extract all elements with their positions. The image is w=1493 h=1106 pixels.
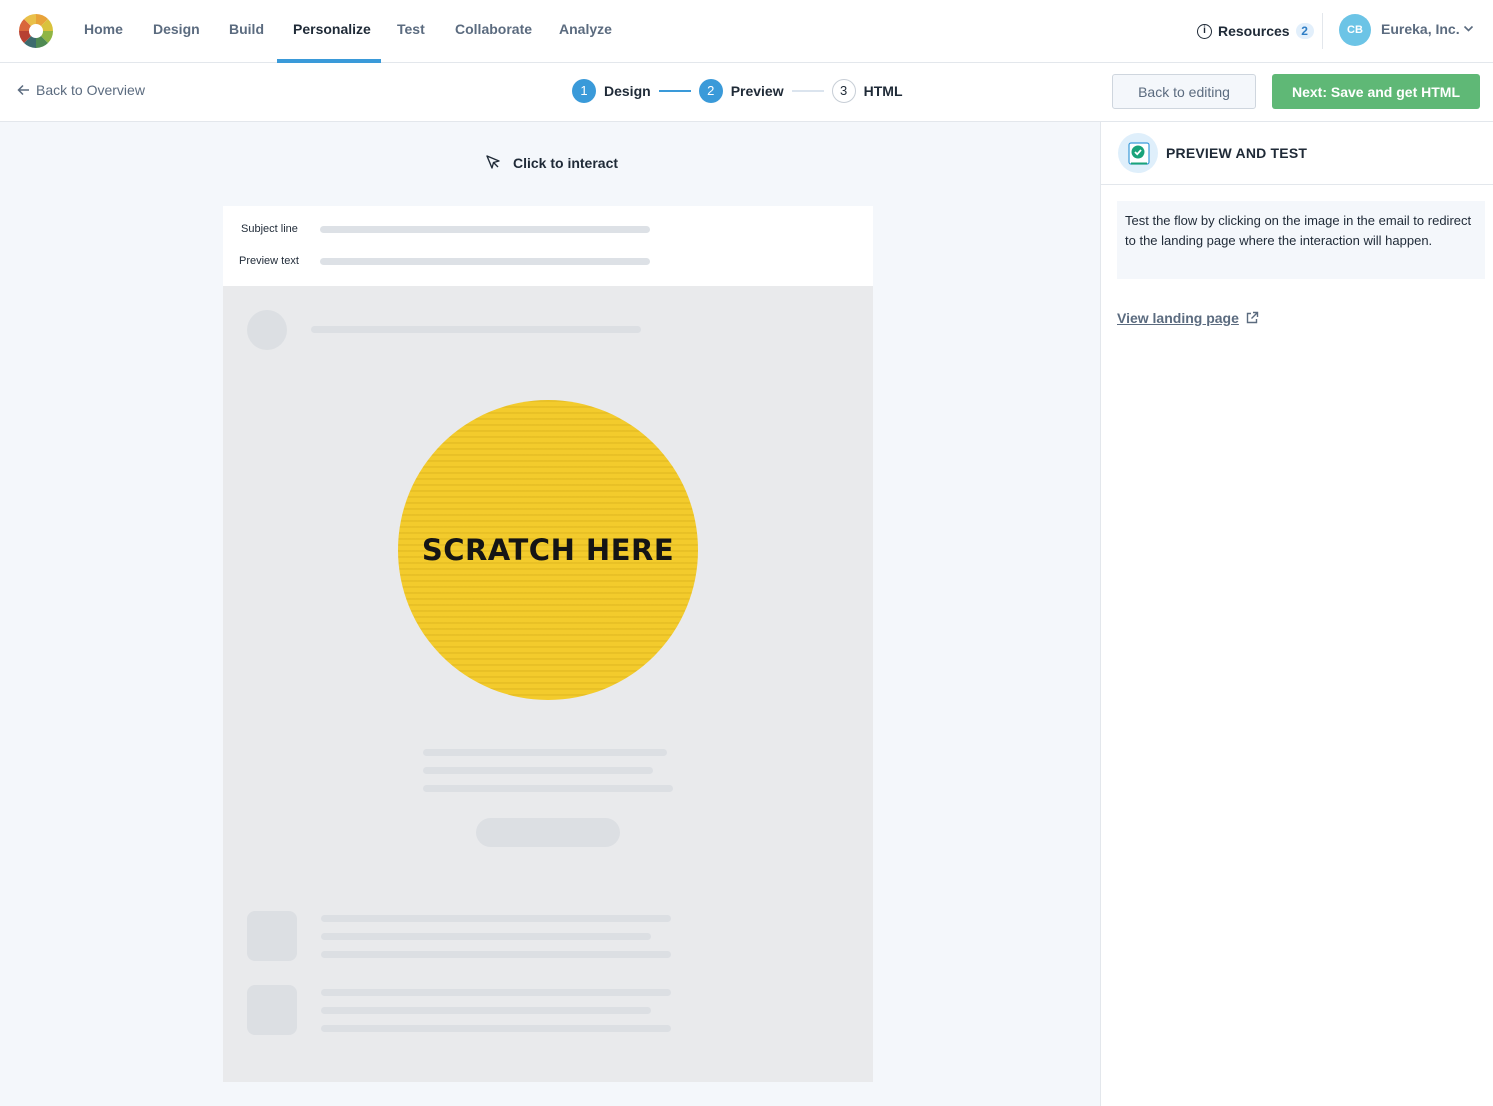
back-to-overview-label: Back to Overview xyxy=(36,82,145,98)
step-1-number[interactable]: 1 xyxy=(572,79,596,103)
preview-text-label: Preview text xyxy=(239,255,299,267)
save-and-get-html-button[interactable]: Next: Save and get HTML xyxy=(1272,74,1480,109)
step-1-label[interactable]: Design xyxy=(604,83,651,99)
preview-canvas: Click to interact Subject line Preview t… xyxy=(0,122,1100,1106)
preview-text-placeholder xyxy=(320,258,650,265)
back-to-editing-button[interactable]: Back to editing xyxy=(1112,74,1256,109)
step-connector xyxy=(658,90,691,92)
nav-analyze[interactable]: Analyze xyxy=(559,0,612,63)
preview-check-icon xyxy=(1118,133,1158,173)
email-body: SCRATCH HERE xyxy=(223,286,873,1082)
arrow-left-icon xyxy=(17,84,29,96)
scratch-card-image[interactable]: SCRATCH HERE xyxy=(398,400,698,700)
cursor-icon xyxy=(486,155,500,169)
panel-title: PREVIEW AND TEST xyxy=(1166,145,1308,161)
skeleton-line xyxy=(423,749,667,756)
click-to-interact-hint: Click to interact xyxy=(485,154,618,171)
skeleton-line xyxy=(321,951,671,958)
chevron-down-icon[interactable] xyxy=(1463,25,1474,33)
preview-test-panel: PREVIEW AND TEST Test the flow by clicki… xyxy=(1100,122,1493,1106)
nav-build[interactable]: Build xyxy=(229,0,264,63)
resources-button[interactable]: i Resources 2 xyxy=(1197,20,1314,42)
skeleton-button xyxy=(476,818,620,847)
skeleton-line xyxy=(423,785,673,792)
subject-line-label: Subject line xyxy=(241,223,298,235)
step-3-label[interactable]: HTML xyxy=(864,83,903,99)
resources-count-badge: 2 xyxy=(1295,23,1314,39)
skeleton-line xyxy=(321,1025,671,1032)
nav-collaborate[interactable]: Collaborate xyxy=(455,0,532,63)
back-to-overview-link[interactable]: Back to Overview xyxy=(17,82,145,98)
skeleton-thumbnail xyxy=(247,985,297,1035)
wizard-header: Back to Overview 1 Design 2 Preview 3 HT… xyxy=(0,63,1493,122)
skeleton-thumbnail xyxy=(247,911,297,961)
external-link-icon xyxy=(1246,311,1259,324)
skeleton-line xyxy=(321,989,671,996)
org-name[interactable]: Eureka, Inc. xyxy=(1381,21,1460,37)
skeleton-line xyxy=(311,326,641,333)
view-landing-page-link[interactable]: View landing page xyxy=(1117,310,1259,326)
avatar[interactable]: CB xyxy=(1339,14,1371,46)
step-3-number[interactable]: 3 xyxy=(831,79,856,103)
top-nav: Home Design Build Personalize Test Colla… xyxy=(0,0,1493,63)
skeleton-line xyxy=(321,915,671,922)
stepper: 1 Design 2 Preview 3 HTML xyxy=(572,79,903,103)
view-landing-page-label: View landing page xyxy=(1117,310,1239,326)
panel-header: PREVIEW AND TEST xyxy=(1101,122,1493,185)
skeleton-line xyxy=(321,933,651,940)
nav-divider xyxy=(1322,13,1323,49)
email-meta: Subject line Preview text xyxy=(223,206,873,286)
nav-home[interactable]: Home xyxy=(84,0,123,63)
panel-description: Test the flow by clicking on the image i… xyxy=(1117,201,1485,279)
scratch-card-text: SCRATCH HERE xyxy=(421,533,675,567)
nav-test[interactable]: Test xyxy=(397,0,425,63)
step-connector xyxy=(791,90,824,92)
skeleton-avatar xyxy=(247,310,287,350)
skeleton-line xyxy=(321,1007,651,1014)
step-2-number[interactable]: 2 xyxy=(698,79,723,103)
nav-design[interactable]: Design xyxy=(153,0,200,63)
click-to-interact-label: Click to interact xyxy=(513,154,619,171)
skeleton-line xyxy=(423,767,653,774)
info-icon: i xyxy=(1197,23,1212,39)
step-2-label[interactable]: Preview xyxy=(731,83,784,99)
subject-line-placeholder xyxy=(320,226,650,233)
resources-label: Resources xyxy=(1218,23,1290,39)
app-logo-icon[interactable] xyxy=(19,14,53,48)
nav-personalize[interactable]: Personalize xyxy=(293,0,371,63)
